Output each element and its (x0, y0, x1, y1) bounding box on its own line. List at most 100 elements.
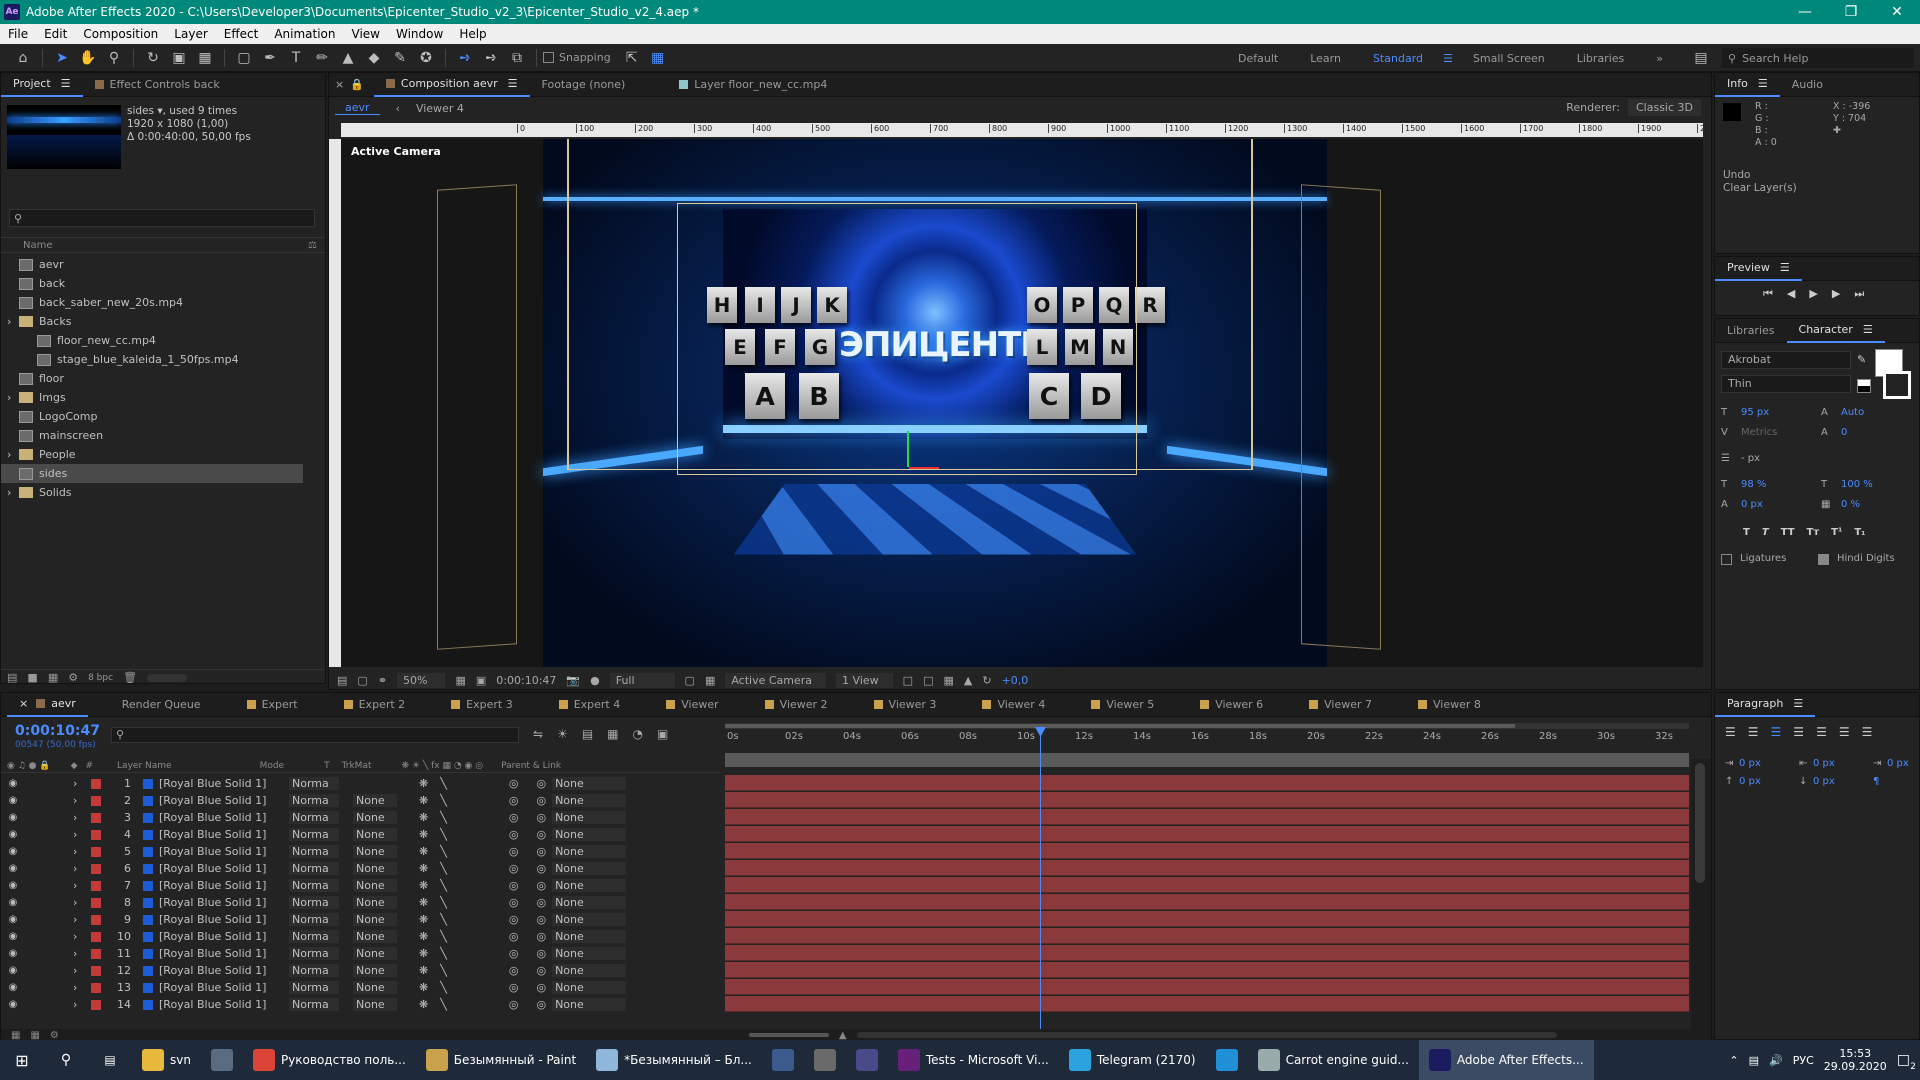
taskbar-app[interactable] (1206, 1040, 1248, 1080)
visibility-eye-icon[interactable]: ◉ (7, 948, 19, 959)
workspace-libraries[interactable]: Libraries (1561, 52, 1641, 65)
expand-chevron-icon[interactable]: › (73, 828, 83, 841)
layer-mode-select[interactable]: Norma (289, 896, 339, 909)
camera-view-select[interactable]: Active Camera (725, 672, 827, 688)
layer-mode-select[interactable]: Norma (289, 964, 339, 977)
network-icon[interactable]: ▤ (1749, 1054, 1759, 1067)
menu-file[interactable]: File (0, 27, 36, 41)
taskbar-app[interactable]: Adobe After Effects... (1418, 1040, 1594, 1080)
layer-parent-select[interactable]: None (552, 998, 627, 1011)
home-icon[interactable]: ⌂ (12, 47, 34, 69)
panel-menu-icon[interactable]: ☰ (1793, 697, 1803, 710)
pickwhip-icon[interactable]: ◎ (536, 777, 546, 790)
time-navigator[interactable] (856, 1032, 1557, 1038)
layer-name[interactable]: [Royal Blue Solid 1] (159, 845, 279, 858)
comp-flowchart-icon[interactable]: ⇋ (533, 727, 543, 741)
stroke-color-swatch[interactable] (1883, 371, 1911, 399)
layer-duration-bar[interactable] (725, 843, 1689, 859)
rotation-tool-icon[interactable]: ↻ (142, 47, 164, 69)
work-area-bar[interactable] (725, 723, 1689, 729)
visibility-eye-icon[interactable]: ◉ (7, 931, 19, 942)
menu-composition[interactable]: Composition (75, 27, 166, 41)
layer-row[interactable]: ◉ › 12 [Royal Blue Solid 1] Norma None ❋… (1, 962, 721, 979)
layer-name[interactable]: [Royal Blue Solid 1] (159, 947, 279, 960)
layer-trkmat-select[interactable]: None (353, 828, 397, 841)
layer-parent-select[interactable]: None (552, 913, 627, 926)
layer-name[interactable]: [Royal Blue Solid 1] (159, 913, 279, 926)
composition-markers-track[interactable] (725, 753, 1689, 767)
layer-parent-select[interactable]: None (552, 981, 627, 994)
layer-parent-select[interactable]: None (552, 777, 627, 790)
layer-trkmat-select[interactable]: None (353, 981, 397, 994)
text-direction-icon[interactable]: ¶ (1873, 773, 1879, 791)
layer-mode-select[interactable]: Norma (289, 998, 339, 1011)
camera-tool-icon[interactable]: ▣ (168, 47, 190, 69)
taskbar-app[interactable]: svn (132, 1040, 201, 1080)
tab-footage[interactable]: Footage (none) (530, 73, 638, 97)
shy-switch-icon[interactable]: ❋ (419, 896, 428, 909)
selection-tool-icon[interactable]: ➤ (51, 47, 73, 69)
layer-trkmat-select[interactable]: None (353, 896, 397, 909)
visibility-eye-icon[interactable]: ◉ (7, 982, 19, 993)
restore-icon[interactable]: ❐ (1828, 0, 1874, 24)
layer-duration-bar[interactable] (725, 860, 1689, 876)
project-item[interactable]: floor (1, 369, 303, 388)
layer-name[interactable]: [Royal Blue Solid 1] (159, 998, 279, 1011)
roto-brush-tool-icon[interactable]: ✎ (389, 47, 411, 69)
layer-mode-select[interactable]: Norma (289, 981, 339, 994)
timeline-tab[interactable]: Viewer (654, 693, 730, 717)
quality-switch-icon[interactable]: ╲ (440, 862, 447, 875)
menu-effect[interactable]: Effect (216, 27, 267, 41)
world-axis-icon[interactable]: ➺ (480, 47, 502, 69)
expand-chevron-icon[interactable]: › (73, 947, 83, 960)
search-help-input[interactable]: ⚲ Search Help (1722, 48, 1914, 68)
taskbar-app[interactable]: Carrot engine guid... (1248, 1040, 1419, 1080)
shy-switch-icon[interactable]: ❋ (419, 981, 428, 994)
mask-visibility-icon[interactable]: ⚭ (378, 674, 387, 687)
visibility-eye-icon[interactable]: ◉ (7, 897, 19, 908)
pickwhip-icon[interactable]: ◎ (536, 896, 546, 909)
layer-duration-bar[interactable] (725, 962, 1689, 978)
layer-parent-select[interactable]: None (552, 828, 627, 841)
layer-duration-bar[interactable] (725, 792, 1689, 808)
tab-libraries[interactable]: Libraries (1715, 319, 1787, 343)
timeline-tab[interactable]: Render Queue (110, 693, 213, 717)
minimize-icon[interactable]: — (1782, 0, 1828, 24)
layer-mode-select[interactable]: Norma (289, 828, 339, 841)
layer-label-color[interactable] (91, 863, 101, 874)
visibility-eye-icon[interactable]: ◉ (7, 863, 19, 874)
layer-row[interactable]: ◉ › 3 [Royal Blue Solid 1] Norma None ❋ … (1, 809, 721, 826)
stroke-width-value[interactable]: - px (1741, 449, 1821, 469)
draft-3d-toggle-icon[interactable]: ☀ (557, 727, 568, 741)
pan-behind-tool-icon[interactable]: ▦ (194, 47, 216, 69)
tab-character[interactable]: Character ☰ (1786, 319, 1885, 343)
close-icon[interactable]: ✕ (1874, 0, 1920, 24)
pickwhip-icon[interactable]: ◎ (536, 828, 546, 841)
exposure-value[interactable]: +0,0 (1002, 674, 1029, 687)
flowchart-icon[interactable]: ▦ (943, 674, 953, 687)
snapping-toggle[interactable]: Snapping (543, 51, 611, 64)
align-left-icon[interactable]: ☰ (1725, 725, 1736, 739)
justify-all-icon[interactable]: ☰ (1862, 725, 1873, 739)
visibility-eye-icon[interactable]: ◉ (7, 829, 19, 840)
menu-edit[interactable]: Edit (36, 27, 75, 41)
ligatures-checkbox[interactable] (1721, 553, 1732, 565)
quality-switch-icon[interactable]: ╲ (440, 981, 447, 994)
resolution-select[interactable]: Full (609, 672, 675, 688)
workspace-menu-icon[interactable]: ☰ (1439, 52, 1457, 65)
layer-mode-select[interactable]: Norma (289, 879, 339, 892)
first-line-indent-value[interactable]: 0 px (1887, 755, 1909, 773)
bpc-label[interactable]: 8 bpc (88, 673, 113, 683)
shy-switch-icon[interactable]: ❋ (419, 964, 428, 977)
justify-right-icon[interactable]: ☰ (1839, 725, 1850, 739)
layer-trkmat-select[interactable]: None (353, 947, 397, 960)
snapshot-icon[interactable]: 📷 (566, 674, 580, 687)
layer-row[interactable]: ◉ › 5 [Royal Blue Solid 1] Norma None ❋ … (1, 843, 721, 860)
menu-help[interactable]: Help (451, 27, 494, 41)
pickwhip-icon[interactable]: ◎ (536, 879, 546, 892)
workspace-standard[interactable]: Standard (1357, 52, 1439, 65)
layer-label-color[interactable] (91, 914, 101, 925)
shy-switch-icon[interactable]: ❋ (419, 794, 428, 807)
project-settings-icon[interactable]: ⚙ (68, 671, 78, 684)
expand-chevron-icon[interactable]: › (73, 998, 83, 1011)
